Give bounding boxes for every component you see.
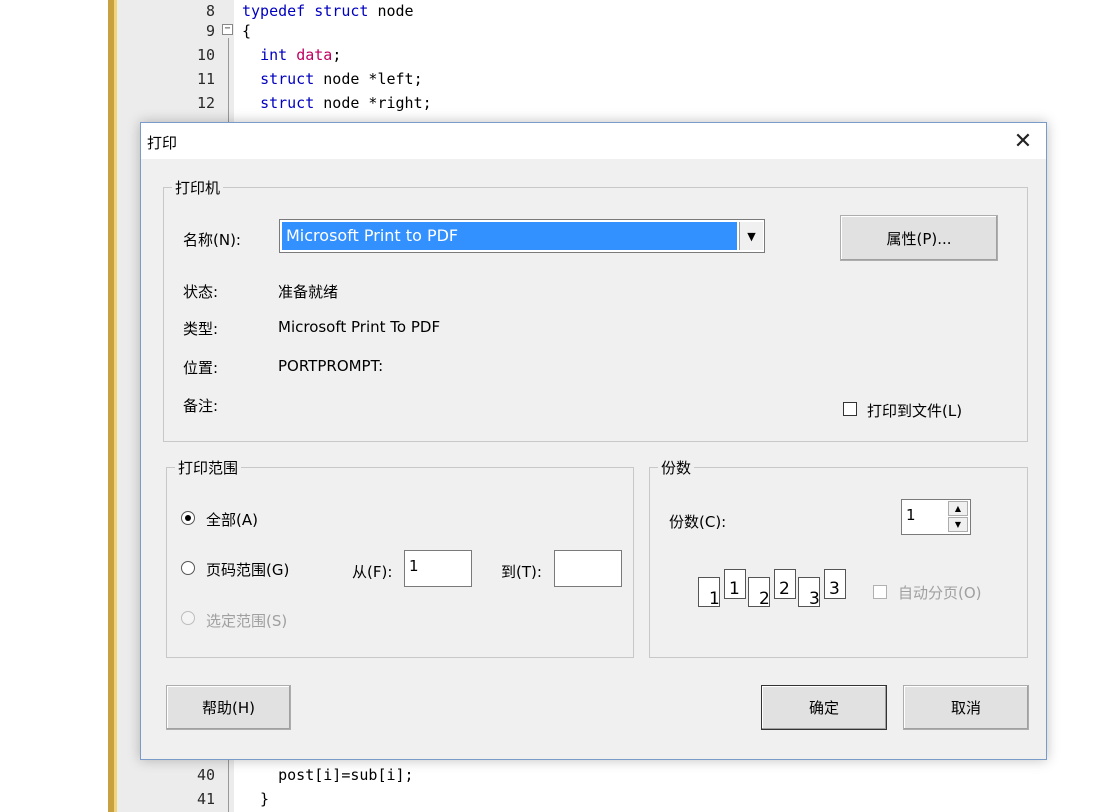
arrow-up-icon: ▲ [954, 504, 962, 513]
range-pages-radio[interactable] [181, 561, 195, 575]
code-token: post[i]=sub[i]; [242, 766, 414, 784]
code-token: ; [332, 46, 342, 64]
range-all-label[interactable]: 全部(A) [206, 509, 258, 530]
code-token: node [368, 2, 414, 20]
code-text: } [242, 788, 269, 810]
code-token: node *left; [314, 70, 423, 88]
print-dialog: 打印 ✕ 打印机 名称(N): Microsoft Print to PDF ▼… [140, 122, 1047, 760]
code-text: typedef struct node [242, 0, 414, 22]
code-token: struct [260, 94, 315, 112]
properties-button[interactable]: 属性(P)... [840, 215, 998, 261]
page-number: 1 [729, 579, 740, 599]
code-token: { [242, 22, 252, 40]
code-token: struct [260, 70, 315, 88]
collate-label: 自动分页(O) [898, 584, 982, 602]
status-label: 状态: [183, 283, 219, 301]
code-text: post[i]=sub[i]; [242, 764, 414, 786]
code-token: int [260, 46, 288, 64]
from-label: 从(F): [352, 563, 393, 581]
collate-checkbox [873, 585, 887, 599]
to-page-input[interactable] [554, 550, 622, 587]
radio-selected-dot [185, 515, 191, 521]
help-button[interactable]: 帮助(H) [166, 685, 291, 730]
range-selection-radio [181, 611, 195, 625]
to-label: 到(T): [501, 563, 542, 581]
range-all-radio[interactable] [181, 511, 195, 525]
print-range-group-label: 打印范围 [175, 457, 242, 478]
fold-toggle-icon[interactable]: − [222, 24, 233, 35]
page-number: 2 [779, 579, 790, 599]
line-number: 8 [205, 2, 215, 20]
page-number: 3 [829, 579, 840, 599]
line-number: 9 [205, 22, 215, 40]
copies-group-label: 份数 [658, 457, 695, 478]
page-number: 1 [709, 589, 720, 609]
type-value: Microsoft Print To PDF [278, 318, 441, 336]
code-line: 41 } [0, 788, 1100, 810]
copies-spinbox[interactable]: 1 ▲ ▼ [901, 499, 971, 535]
copies-value[interactable]: 1 [906, 506, 916, 524]
line-number: 41 [196, 790, 215, 808]
code-token: node *right; [314, 94, 432, 112]
line-number: 40 [196, 766, 215, 784]
code-text: int data; [242, 44, 341, 66]
location-label: 位置: [183, 359, 219, 377]
code-text: struct node *right; [242, 92, 432, 114]
line-number: 10 [196, 46, 215, 64]
ok-button[interactable]: 确定 [761, 685, 887, 730]
code-line: 8 typedef struct node [0, 0, 1100, 22]
dialog-title: 打印 [147, 134, 178, 152]
range-pages-label[interactable]: 页码范围(G) [206, 559, 289, 580]
code-line: 10 int data; [0, 44, 1100, 66]
arrow-down-icon: ▼ [954, 520, 962, 529]
print-to-file-checkbox[interactable] [843, 402, 857, 416]
code-line: 9−{ [0, 20, 1100, 42]
printer-name-select[interactable]: Microsoft Print to PDF ▼ [279, 219, 765, 253]
chevron-down-icon: ▼ [747, 229, 756, 243]
range-selection-label: 选定范围(S) [206, 612, 288, 630]
close-button[interactable]: ✕ [1000, 123, 1046, 159]
line-number: 11 [196, 70, 215, 88]
code-token: typedef [242, 2, 306, 20]
code-text: struct node *left; [242, 68, 423, 90]
page-number: 2 [759, 589, 770, 609]
type-label: 类型: [183, 320, 219, 338]
copies-group: 份数 [649, 457, 1028, 658]
printer-name-label: 名称(N): [183, 231, 241, 249]
code-token: } [242, 790, 270, 808]
from-page-input[interactable]: 1 [404, 550, 472, 587]
code-line: 11 struct node *left; [0, 68, 1100, 90]
code-token: struct [314, 2, 369, 20]
location-value: PORTPROMPT: [278, 357, 384, 375]
printer-group-label: 打印机 [172, 177, 224, 198]
comment-label: 备注: [183, 397, 219, 415]
line-number: 12 [196, 94, 215, 112]
close-icon: ✕ [1013, 128, 1033, 154]
printer-name-value: Microsoft Print to PDF [282, 222, 737, 250]
copies-decrement-button[interactable]: ▼ [948, 517, 968, 532]
status-value: 准备就绪 [278, 283, 339, 301]
dialog-titlebar[interactable]: 打印 ✕ [141, 123, 1046, 159]
copies-label: 份数(C): [669, 513, 727, 531]
print-to-file-label[interactable]: 打印到文件(L) [867, 400, 962, 421]
cancel-button[interactable]: 取消 [903, 685, 1029, 730]
dropdown-arrow-button[interactable]: ▼ [739, 222, 763, 250]
code-text: { [242, 20, 251, 42]
code-line: 40 post[i]=sub[i]; [0, 764, 1100, 786]
page-number: 3 [809, 589, 820, 609]
code-line: 12 struct node *right; [0, 92, 1100, 114]
code-token: data [296, 46, 333, 64]
copies-increment-button[interactable]: ▲ [948, 501, 968, 516]
